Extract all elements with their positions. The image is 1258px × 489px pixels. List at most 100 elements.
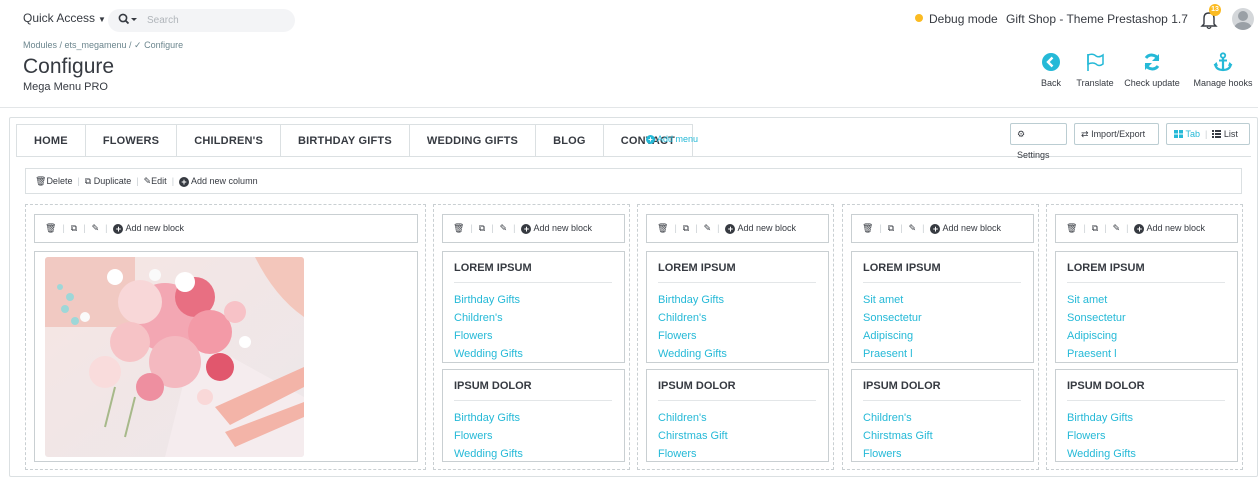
block-link[interactable]: Adipiscing — [1067, 327, 1126, 345]
tab-view-button[interactable]: Tab — [1167, 124, 1200, 144]
search-input[interactable]: Search — [147, 15, 179, 26]
list-view-label: List — [1223, 129, 1238, 139]
block-link[interactable]: Praesent l — [863, 345, 922, 363]
tab-childrens[interactable]: CHILDREN'S — [176, 124, 281, 157]
anchor-icon — [1188, 52, 1258, 72]
block-link[interactable]: Children's — [658, 409, 728, 427]
menu-column: 🗑 | ⧉ | ✎ | + Add new block LOREM IPSUM Sit ame… — [842, 204, 1039, 470]
back-button[interactable]: Back — [1036, 52, 1066, 92]
check-update-button[interactable]: Check update — [1122, 52, 1182, 92]
block-link[interactable]: Sit amet — [863, 291, 922, 309]
add-block-button[interactable]: + Add new block — [113, 223, 184, 234]
block-link[interactable]: Adipiscing — [863, 327, 922, 345]
block-link[interactable]: Flowers — [658, 327, 727, 345]
tab-wedding-gifts[interactable]: WEDDING GIFTS — [408, 124, 536, 157]
block-link[interactable]: Flowers — [454, 427, 523, 445]
block-link[interactable]: Sonsectetur — [863, 309, 922, 327]
block-link[interactable]: Flowers — [863, 445, 933, 463]
edit-column-button[interactable]: ✎Edit — [144, 176, 167, 187]
debug-mode-indicator[interactable]: Debug mode — [915, 12, 998, 26]
copy-icon[interactable]: ⧉ — [479, 224, 485, 234]
pencil-icon[interactable]: ✎ — [500, 224, 508, 234]
menu-block[interactable]: IPSUM DOLOR Children's Chirstmas Gift Fl… — [851, 369, 1034, 462]
duplicate-column-button[interactable]: ⧉ Duplicate — [85, 176, 131, 187]
block-link[interactable]: Wedding Gifts — [454, 345, 523, 363]
tab-home[interactable]: HOME — [16, 124, 85, 157]
menu-block[interactable]: IPSUM DOLOR Birthday Gifts Flowers Weddi… — [442, 369, 625, 462]
tab-flowers[interactable]: FLOWERS — [84, 124, 177, 157]
block-link[interactable]: Flowers — [454, 327, 523, 345]
block-link[interactable]: Birthday Gifts — [658, 291, 727, 309]
menu-column: 🗑 | ⧉ | ✎ | + Add new block — [25, 204, 426, 470]
add-block-button[interactable]: + Add new block — [725, 223, 796, 234]
add-block-button[interactable]: + Add new block — [521, 223, 592, 234]
settings-button[interactable]: ⚙ Settings — [1010, 123, 1067, 160]
block-title: IPSUM DOLOR — [1067, 380, 1145, 392]
translate-button[interactable]: Translate — [1072, 52, 1118, 92]
block-link[interactable]: Birthday Gifts — [1067, 409, 1136, 427]
block-link[interactable]: Wedding Gifts — [1067, 445, 1136, 463]
manage-hooks-label: Manage hooks — [1193, 78, 1253, 88]
trash-icon[interactable]: 🗑 — [657, 224, 668, 234]
trash-icon[interactable]: 🗑 — [862, 224, 873, 234]
trash-icon[interactable]: 🗑 — [45, 224, 56, 234]
copy-icon[interactable]: ⧉ — [683, 224, 689, 234]
block-link[interactable]: Birthday Gifts — [454, 409, 523, 427]
block-toolbar: 🗑 | ⧉ | ✎ | + Add new block — [646, 214, 829, 243]
copy-icon[interactable]: ⧉ — [888, 224, 894, 234]
block-toolbar: 🗑 | ⧉ | ✎ | + Add new block — [851, 214, 1034, 243]
menu-block[interactable]: IPSUM DOLOR Birthday Gifts Flowers Weddi… — [1055, 369, 1238, 462]
copy-icon[interactable]: ⧉ — [71, 224, 77, 234]
avatar[interactable] — [1232, 8, 1254, 30]
tab-blog[interactable]: BLOG — [535, 124, 603, 157]
image-block[interactable] — [34, 251, 418, 462]
manage-hooks-button[interactable]: Manage hooks — [1188, 52, 1258, 92]
import-export-button[interactable]: ⇄ Import/Export — [1074, 123, 1159, 145]
tab-birthday-gifts[interactable]: BIRTHDAY GIFTS — [280, 124, 409, 157]
block-link[interactable]: Praesent l — [1067, 345, 1126, 363]
add-column-button[interactable]: + Add new column — [179, 176, 258, 187]
block-link[interactable]: Wedding Gifts — [454, 445, 523, 463]
block-link[interactable]: Flowers — [1067, 427, 1136, 445]
search-bar[interactable]: Search — [108, 9, 295, 32]
search-icon[interactable] — [118, 13, 138, 29]
add-menu-label: Add menu — [657, 134, 699, 144]
shop-name-link[interactable]: Gift Shop - Theme Prestashop 1.7 — [1006, 12, 1188, 26]
delete-column-button[interactable]: 🗑Delete — [35, 176, 72, 187]
back-icon — [1036, 52, 1066, 72]
block-link[interactable]: Children's — [454, 309, 523, 327]
block-link[interactable]: Flowers — [658, 445, 728, 463]
trash-icon[interactable]: 🗑 — [1066, 224, 1077, 234]
block-title: IPSUM DOLOR — [863, 380, 941, 392]
gear-icon: ⚙ — [1017, 130, 1026, 140]
trash-icon[interactable]: 🗑 — [453, 224, 464, 234]
menu-block[interactable]: IPSUM DOLOR Children's Chirstmas Gift Fl… — [646, 369, 829, 462]
add-block-button[interactable]: + Add new block — [1134, 223, 1205, 234]
block-link[interactable]: Birthday Gifts — [454, 291, 523, 309]
menu-block[interactable]: LOREM IPSUM Sit amet Sonsectetur Adipisc… — [1055, 251, 1238, 363]
pencil-icon[interactable]: ✎ — [92, 224, 100, 234]
add-block-button[interactable]: + Add new block — [930, 223, 1001, 234]
menu-block[interactable]: LOREM IPSUM Sit amet Sonsectetur Adipisc… — [851, 251, 1034, 363]
menu-block[interactable]: LOREM IPSUM Birthday Gifts Children's Fl… — [442, 251, 625, 363]
block-title: LOREM IPSUM — [863, 262, 941, 274]
pencil-icon[interactable]: ✎ — [1113, 224, 1121, 234]
block-link[interactable]: Chirstmas Gift — [863, 427, 933, 445]
block-link[interactable]: Children's — [658, 309, 727, 327]
add-menu-button[interactable]: + Add menu — [646, 134, 698, 144]
block-title: IPSUM DOLOR — [454, 380, 532, 392]
block-link[interactable]: Sonsectetur — [1067, 309, 1126, 327]
add-block-label: Add new block — [125, 223, 184, 233]
plus-circle-icon: + — [1134, 224, 1145, 234]
debug-dot-icon — [915, 14, 923, 22]
menu-block[interactable]: LOREM IPSUM Birthday Gifts Children's Fl… — [646, 251, 829, 363]
pencil-icon[interactable]: ✎ — [704, 224, 712, 234]
block-link[interactable]: Chirstmas Gift — [658, 427, 728, 445]
quick-access-dropdown[interactable]: Quick Access ▼ — [23, 11, 106, 25]
block-link[interactable]: Wedding Gifts — [658, 345, 727, 363]
block-link[interactable]: Children's — [863, 409, 933, 427]
copy-icon[interactable]: ⧉ — [1092, 224, 1098, 234]
pencil-icon[interactable]: ✎ — [909, 224, 917, 234]
block-link[interactable]: Sit amet — [1067, 291, 1126, 309]
list-view-button[interactable]: List — [1212, 124, 1238, 144]
